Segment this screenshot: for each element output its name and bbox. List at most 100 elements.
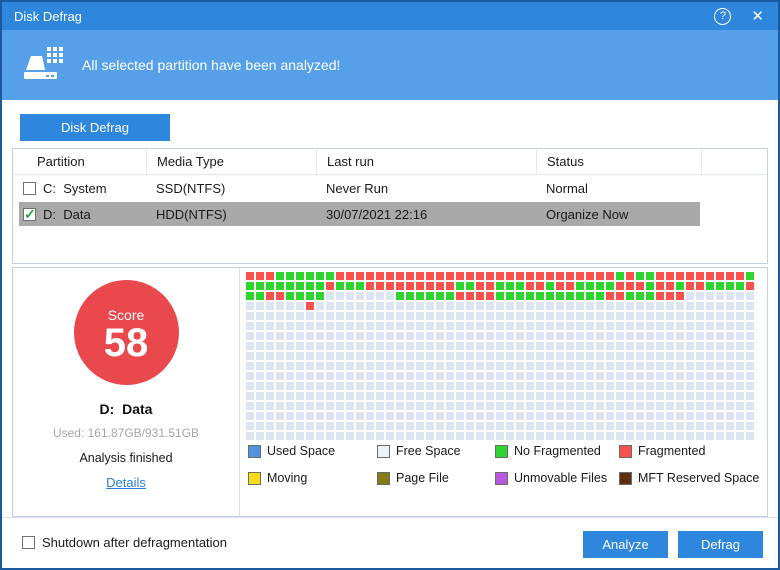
block-cell [366,372,374,380]
block-cell [716,412,724,420]
spacer-cell [701,175,767,201]
block-cell [266,292,274,300]
block-cell [266,372,274,380]
block-cell [246,302,254,310]
block-cell [376,352,384,360]
tab-disk-defrag[interactable]: Disk Defrag [20,114,170,141]
block-cell [536,352,544,360]
block-cell [486,332,494,340]
block-cell [256,402,264,410]
block-cell [736,352,744,360]
block-cell [336,352,344,360]
legend-swatch [248,471,261,485]
block-cell [366,282,374,290]
block-cell [516,392,524,400]
block-cell [256,292,264,300]
table-row[interactable]: C: System SSD(NTFS) Never Run Normal [13,175,767,201]
block-cell [426,382,434,390]
block-cell [466,362,474,370]
block-cell [456,292,464,300]
block-cell [596,282,604,290]
block-cell [296,312,304,320]
block-cell [346,372,354,380]
block-cell [486,412,494,420]
block-cell [366,322,374,330]
block-cell [286,342,294,350]
defrag-button[interactable]: Defrag [678,531,763,558]
block-cell [746,322,754,330]
block-cell [556,272,564,280]
block-cell [686,432,694,440]
block-cell [736,292,744,300]
block-cell [366,312,374,320]
block-cell [336,342,344,350]
block-cell [246,392,254,400]
block-cell [346,302,354,310]
block-cell [246,292,254,300]
block-cell [666,302,674,310]
block-cell [356,332,364,340]
block-cell [346,282,354,290]
block-cell [726,322,734,330]
block-cell [686,332,694,340]
block-cell [486,392,494,400]
block-cell [356,372,364,380]
block-cell [296,352,304,360]
spacer-cell [701,201,767,227]
analyze-button[interactable]: Analyze [583,531,668,558]
block-cell [556,352,564,360]
block-cell [246,432,254,440]
legend-label: Moving [267,471,308,485]
block-cell [646,292,654,300]
close-icon[interactable]: ✕ [747,7,768,25]
block-cell [296,282,304,290]
block-cell [626,362,634,370]
block-cell [596,372,604,380]
block-cell [526,422,534,430]
block-cell [546,302,554,310]
block-cell [536,332,544,340]
block-cell [716,432,724,440]
block-cell [266,342,274,350]
shutdown-checkbox[interactable] [22,536,35,549]
block-cell [466,412,474,420]
block-cell [386,322,394,330]
partition-checkbox[interactable] [23,181,36,195]
block-cell [246,342,254,350]
block-cell [306,432,314,440]
block-cell [726,312,734,320]
block-cell [626,342,634,350]
block-cell [656,332,664,340]
block-cell [356,402,364,410]
block-cell [506,312,514,320]
block-cell [296,422,304,430]
block-cell [386,362,394,370]
partition-checkbox[interactable] [23,206,36,223]
window-title: Disk Defrag [14,8,82,24]
help-icon[interactable]: ? [714,7,732,25]
details-link[interactable]: Details [106,475,146,490]
block-cell [436,362,444,370]
table-row[interactable]: D: Data HDD(NTFS) 30/07/2021 22:16 Organ… [13,201,767,227]
block-cell [666,382,674,390]
block-cell [676,332,684,340]
block-cell [556,342,564,350]
shutdown-option[interactable]: Shutdown after defragmentation [22,535,227,550]
block-cell [616,422,624,430]
block-cell [666,352,674,360]
status-cell: Normal [546,180,588,196]
block-cell [246,352,254,360]
block-cell [656,352,664,360]
block-cell [726,332,734,340]
block-cell [346,362,354,370]
block-cell [436,322,444,330]
block-cell [656,432,664,440]
block-cell [466,402,474,410]
block-cell [606,382,614,390]
block-cell [536,362,544,370]
block-cell [746,402,754,410]
block-cell [686,322,694,330]
block-cell [456,402,464,410]
block-cell [506,292,514,300]
block-cell [446,402,454,410]
